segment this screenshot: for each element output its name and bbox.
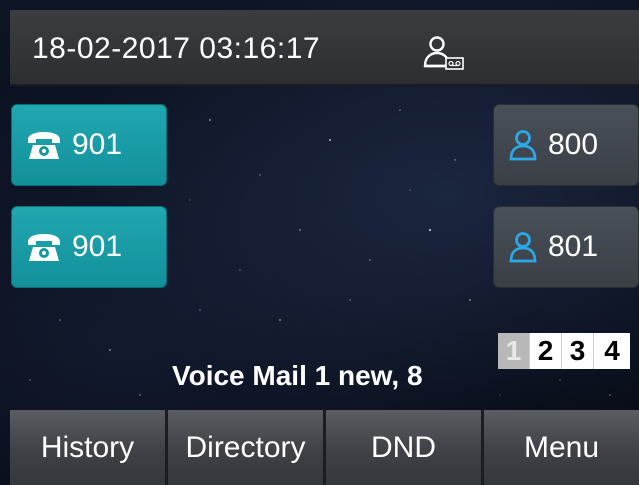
contact-icon <box>509 232 537 263</box>
phone-icon <box>28 234 60 261</box>
line-key-label: 901 <box>72 128 123 161</box>
line-key-label: 901 <box>72 230 123 263</box>
page-indicator: 1 2 3 4 <box>498 333 630 369</box>
date-time: 18-02-2017 03:16:17 <box>32 32 321 65</box>
page-3[interactable]: 3 <box>562 333 594 369</box>
menu-softkey[interactable]: Menu <box>484 410 639 485</box>
dnd-softkey[interactable]: DND <box>326 410 484 485</box>
history-softkey[interactable]: History <box>10 410 168 485</box>
page-2[interactable]: 2 <box>530 333 562 369</box>
directory-softkey[interactable]: Directory <box>168 410 326 485</box>
status-bar: 18-02-2017 03:16:17 <box>10 10 639 86</box>
phone-screen: 18-02-2017 03:16:17 901 901 800 801 1 2 … <box>0 0 639 485</box>
voicemail-notice[interactable]: Voice Mail 1 new, 8 <box>172 360 423 392</box>
phone-icon <box>28 132 60 159</box>
line-key-label: 801 <box>548 230 599 263</box>
softkey-bar: History Directory DND Menu <box>10 410 639 485</box>
line-key-901-2[interactable]: 901 <box>11 206 167 288</box>
line-key-label: 800 <box>548 128 599 161</box>
line-key-800[interactable]: 800 <box>493 104 639 186</box>
page-4[interactable]: 4 <box>594 333 630 369</box>
page-1[interactable]: 1 <box>498 333 530 369</box>
contact-voicemail-icon <box>423 36 464 70</box>
line-key-801[interactable]: 801 <box>493 206 639 288</box>
contact-icon <box>509 130 537 161</box>
line-key-901-1[interactable]: 901 <box>11 104 167 186</box>
